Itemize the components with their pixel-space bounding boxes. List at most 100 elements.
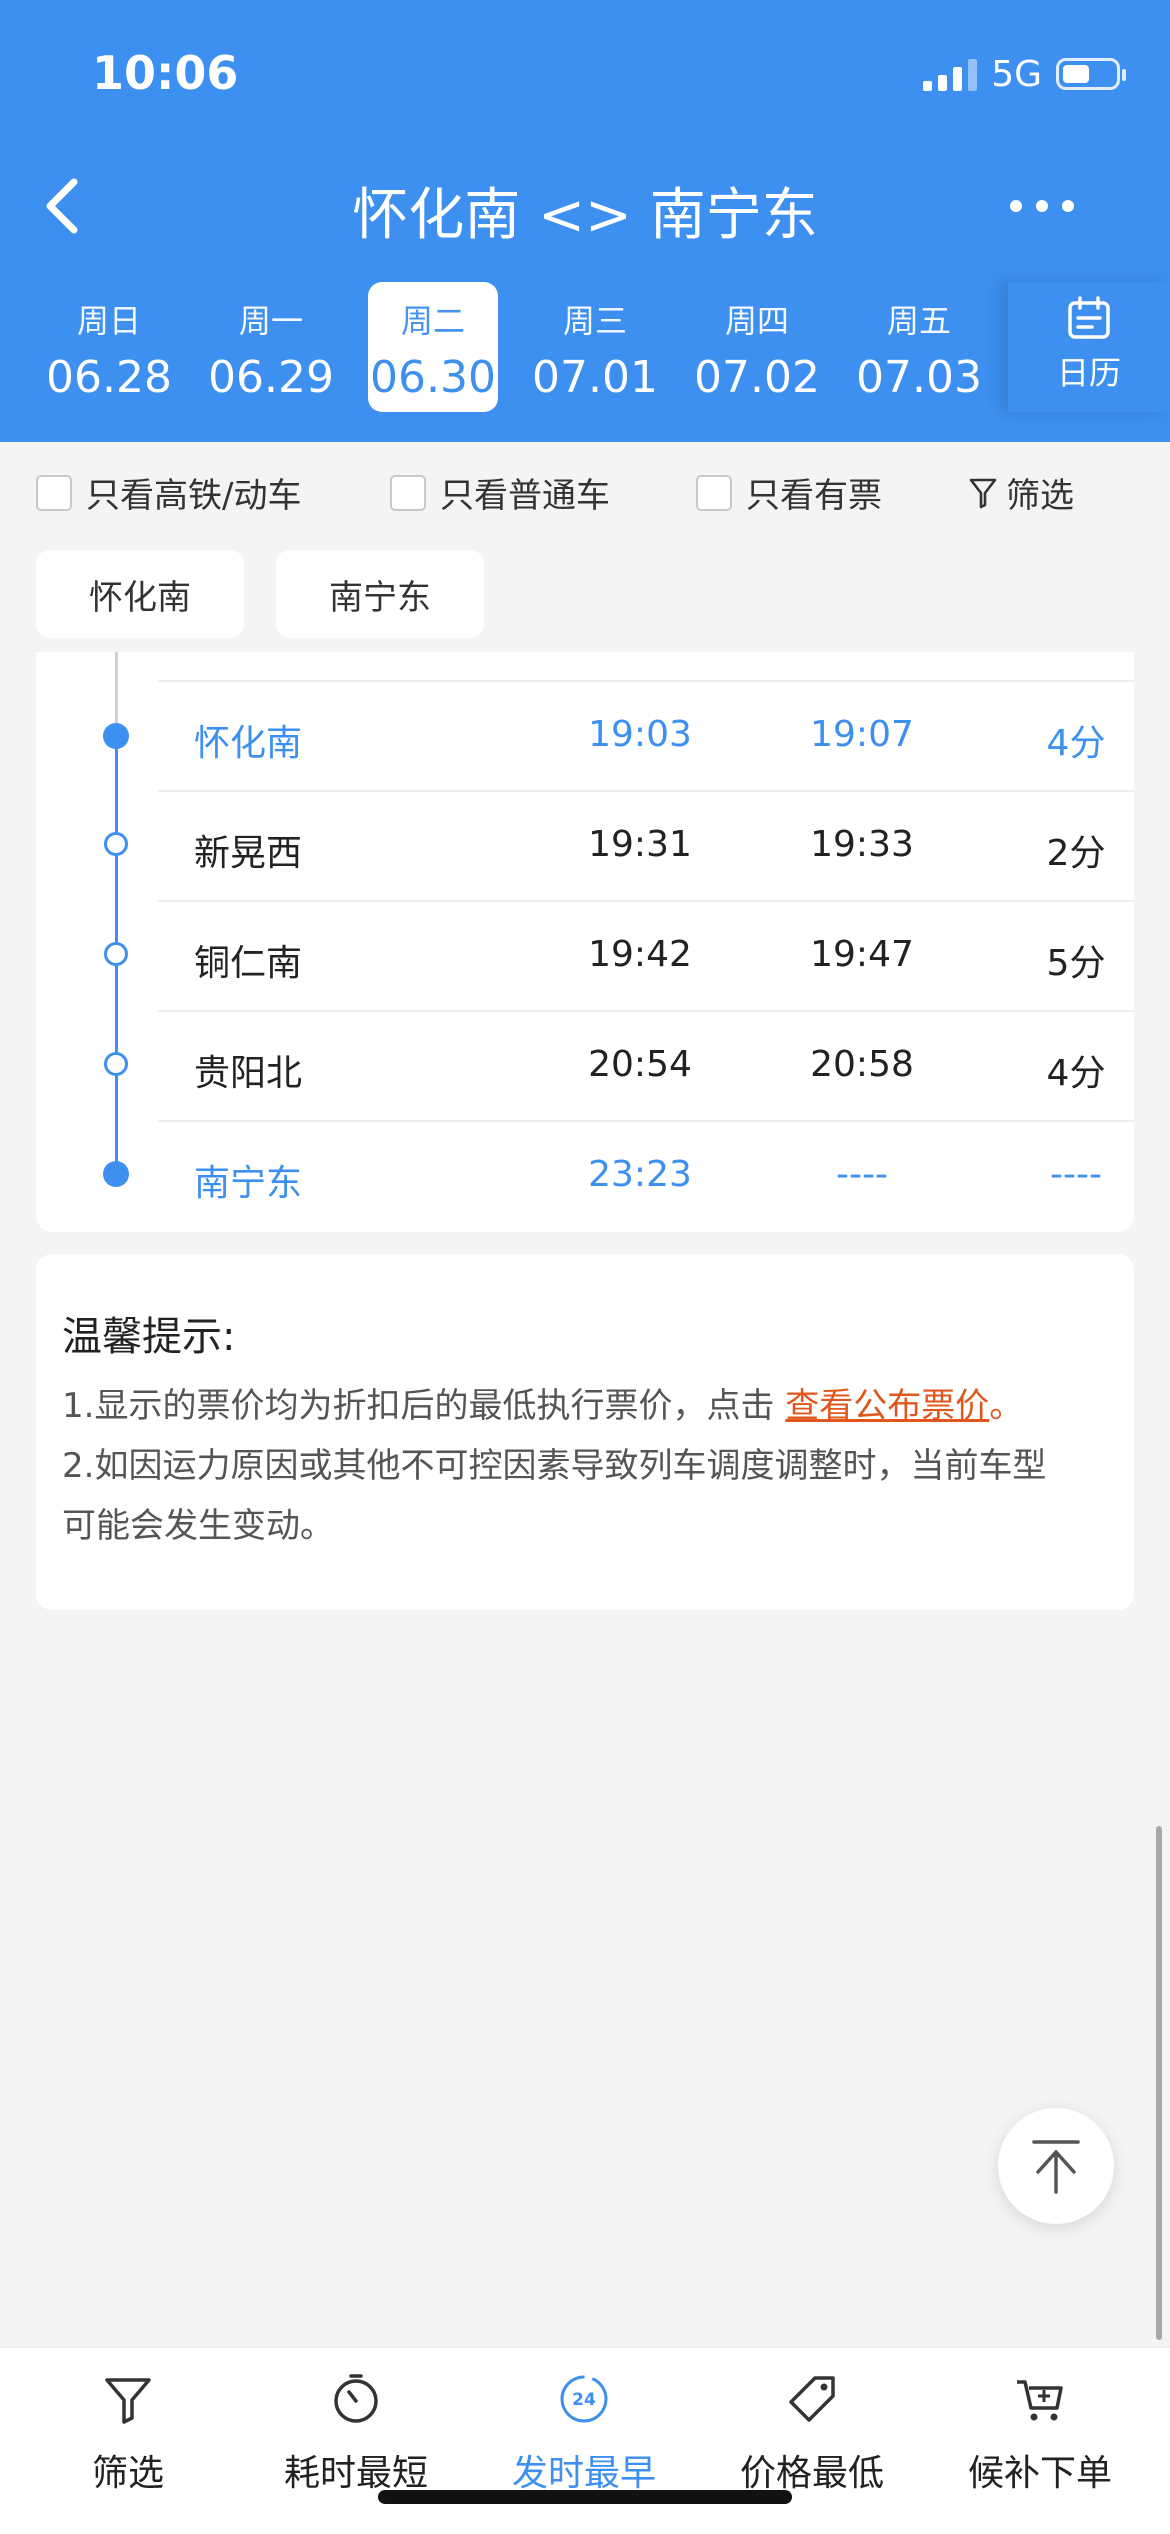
calendar-label: 日历 [1056, 354, 1121, 392]
scrollbar[interactable] [1156, 1826, 1162, 2340]
tab-label: 筛选 [91, 2453, 164, 2494]
date-tab[interactable]: 周日 06.28 [44, 282, 174, 412]
row-divider [158, 680, 1134, 682]
stop-stay: 5分 [1046, 943, 1106, 984]
checkbox-label: 只看高铁/动车 [86, 476, 302, 516]
stop-name: 新晃西 [194, 833, 303, 874]
row-divider [158, 790, 1134, 792]
stop-stay: ---- [1050, 1154, 1102, 1195]
stop-dot-icon [104, 942, 128, 966]
stop-depart: ---- [836, 1154, 888, 1195]
date-weekday: 周一 [238, 302, 303, 340]
date-tab[interactable]: 周四 07.02 [692, 282, 822, 412]
date-value: 06.30 [370, 352, 496, 403]
stop-row: 怀化南 19:03 19:07 4分 [158, 680, 1134, 790]
checkbox-icon [390, 474, 426, 511]
stop-name: 铜仁南 [194, 943, 303, 984]
date-value: 07.01 [532, 352, 658, 403]
filter-label: 筛选 [1006, 476, 1074, 516]
stop-arrive: 20:54 [588, 1044, 692, 1085]
clock-24-icon: 24 [560, 2375, 608, 2423]
stop-arrive: 23:23 [588, 1154, 692, 1195]
tab-waitlist-order[interactable]: 候补下单 [940, 2372, 1140, 2496]
tab-filter[interactable]: 筛选 [28, 2372, 228, 2496]
tips-line-1: 1.显示的票价均为折扣后的最低执行票价，点击 查看公布票价。 [62, 1376, 1112, 1436]
stop-arrive: 19:31 [588, 824, 692, 865]
tab-label: 候补下单 [967, 2453, 1112, 2494]
date-value: 07.03 [856, 352, 982, 403]
date-weekday: 周四 [724, 302, 789, 340]
filter-icon [105, 2378, 151, 2424]
stops-list: 怀化南 19:03 19:07 4分 新晃西 19:31 19:33 2分 铜仁… [36, 652, 1134, 1232]
date-tab[interactable]: 周一 06.29 [206, 282, 336, 412]
stop-dot-icon [104, 1052, 128, 1076]
signal-icon [923, 57, 978, 91]
tab-label: 价格最低 [739, 2453, 884, 2494]
more-dot-icon [1062, 200, 1074, 212]
tab-label: 耗时最短 [283, 2453, 428, 2494]
stop-stay: 4分 [1046, 723, 1106, 764]
stop-depart: 19:47 [810, 934, 914, 975]
stop-dot-icon [103, 723, 129, 749]
tips-line-2: 2.如因运力原因或其他不可控因素导致列车调度调整时，当前车型 [62, 1446, 1047, 1486]
date-tab-selected[interactable]: 周二 06.30 [368, 282, 498, 412]
status-time: 10:06 [92, 46, 239, 100]
stop-row: 贵阳北 20:54 20:58 4分 [158, 1010, 1134, 1120]
view-published-price-link[interactable]: 查看公布票价 [785, 1386, 989, 1426]
date-value: 06.29 [208, 352, 334, 403]
tips-text: 。 [989, 1386, 1024, 1426]
stop-depart: 20:58 [810, 1044, 914, 1085]
tab-shortest-duration[interactable]: 耗时最短 [256, 2372, 456, 2496]
cart-plus-icon [1017, 2380, 1063, 2421]
tab-lowest-price[interactable]: 价格最低 [712, 2372, 912, 2496]
hsr-only-checkbox[interactable]: 只看高铁/动车 [36, 468, 301, 517]
price-tag-icon [789, 2376, 835, 2422]
stop-arrive: 19:03 [588, 714, 692, 755]
stop-name: 怀化南 [194, 723, 303, 764]
tab-label: 发时最早 [511, 2453, 656, 2494]
scroll-to-top-button[interactable] [998, 2108, 1114, 2224]
date-weekday: 周日 [76, 302, 141, 340]
tips-text: 1.显示的票价均为折扣后的最低执行票价，点击 [62, 1386, 786, 1426]
stop-name: 贵阳北 [194, 1053, 303, 1094]
filter-row: 只看高铁/动车 只看普通车 只看有票 筛选 [0, 462, 1170, 518]
tips-title: 温馨提示: [62, 1314, 236, 1360]
header-bar: 10:06 5G 怀化南 <> 南宁东 周日 06.28 周一 06.29 周二… [0, 0, 1170, 442]
stop-row: 新晃西 19:31 19:33 2分 [158, 790, 1134, 900]
stop-name: 南宁东 [194, 1163, 303, 1204]
more-button[interactable] [1010, 200, 1074, 212]
timeline-line-prev [115, 652, 118, 728]
svg-text:24: 24 [572, 2390, 596, 2410]
more-dot-icon [1036, 200, 1048, 212]
date-tab[interactable]: 周五 07.03 [854, 282, 984, 412]
filter-button[interactable]: 筛选 [968, 468, 1074, 517]
date-value: 06.28 [46, 352, 172, 403]
row-divider [158, 1010, 1134, 1012]
calendar-button[interactable]: 日历 [1008, 282, 1170, 412]
available-only-checkbox[interactable]: 只看有票 [696, 468, 882, 517]
row-divider [158, 900, 1134, 902]
tips-line-3: 可能会发生变动。 [62, 1506, 334, 1546]
stop-depart: 19:33 [810, 824, 914, 865]
bottom-tab-bar: 筛选 耗时最短 24 发时最早 价格最低 候补下单 [0, 2346, 1170, 2534]
date-value: 07.02 [694, 352, 820, 403]
checkbox-icon [36, 474, 72, 511]
stopwatch-icon [334, 2374, 378, 2423]
date-weekday: 周三 [562, 302, 627, 340]
checkbox-icon [696, 474, 732, 511]
station-tab-from[interactable]: 怀化南 [36, 550, 244, 638]
station-tab-to[interactable]: 南宁东 [276, 550, 484, 638]
stop-row: 铜仁南 19:42 19:47 5分 [158, 900, 1134, 1010]
date-tab[interactable]: 周三 07.01 [530, 282, 660, 412]
normal-only-checkbox[interactable]: 只看普通车 [390, 468, 610, 517]
more-dot-icon [1010, 200, 1022, 212]
stop-dot-icon [104, 832, 128, 856]
checkbox-label: 只看普通车 [440, 476, 610, 516]
stop-depart: 19:07 [810, 714, 914, 755]
date-weekday: 周二 [400, 302, 465, 340]
home-indicator [378, 2490, 792, 2504]
status-indicators: 5G [923, 52, 1126, 96]
tips-card: 温馨提示: 1.显示的票价均为折扣后的最低执行票价，点击 查看公布票价。 2.如… [36, 1254, 1134, 1610]
network-type: 5G [991, 53, 1042, 95]
tab-earliest-departure[interactable]: 24 发时最早 [484, 2372, 684, 2496]
